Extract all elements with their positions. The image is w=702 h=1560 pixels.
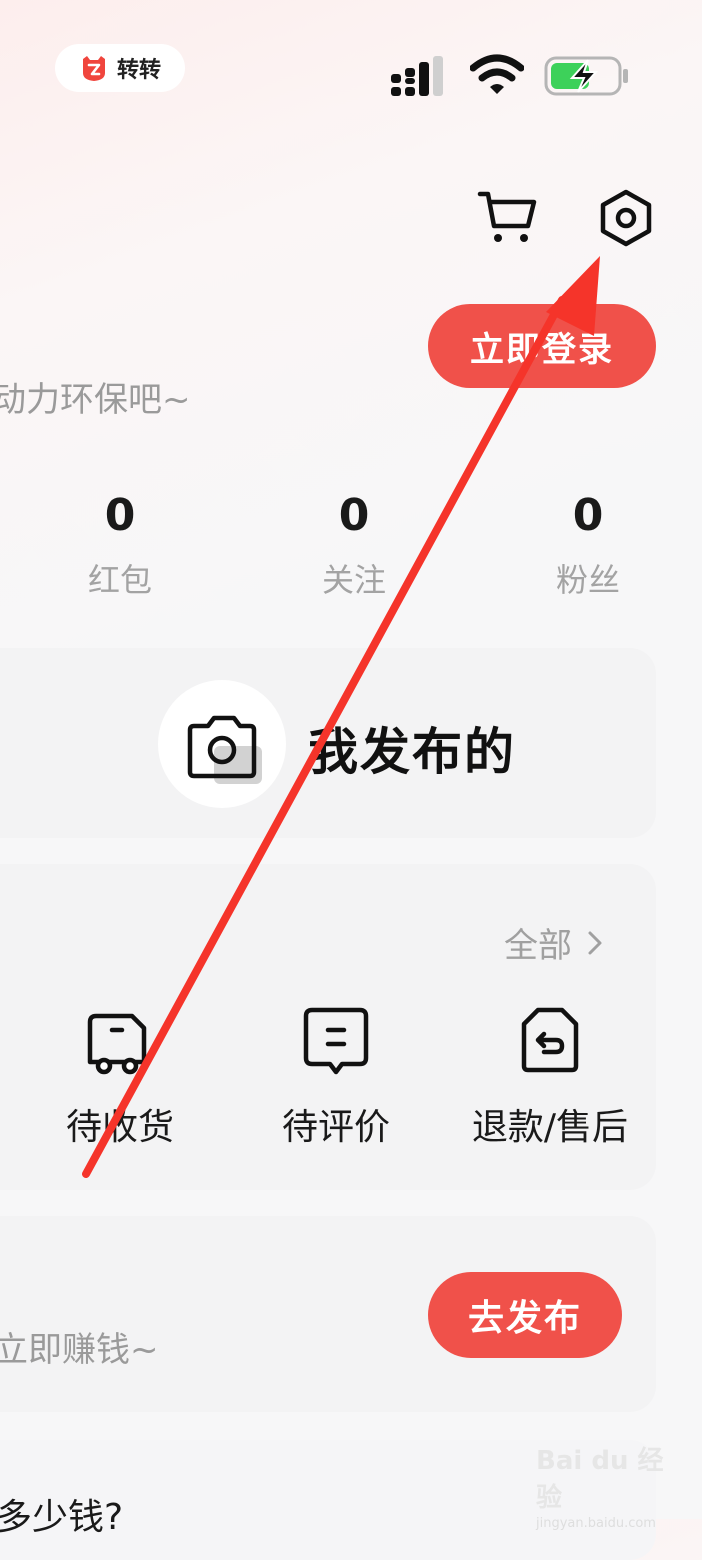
login-slogan: 动力环保吧~ [0, 380, 191, 420]
stat-followers[interactable]: 0 粉丝 [528, 490, 648, 601]
app-name: 转转 [116, 58, 161, 83]
watermark-url: jingyan.baidu.com [536, 1516, 656, 1531]
go-publish-button[interactable]: 去发布 [428, 1272, 622, 1358]
wifi-icon [470, 54, 524, 94]
battery-charging-icon [544, 56, 628, 96]
order-pending-receipt[interactable]: 待收货 [40, 1004, 200, 1150]
order-refund-aftersale[interactable]: 退款/售后 [470, 1004, 630, 1150]
cellular-signal-icon [391, 56, 443, 96]
stat-label: 红包 [87, 561, 152, 599]
stat-label: 粉丝 [555, 561, 620, 599]
camera-icon [187, 715, 262, 784]
order-label: 待收货 [65, 1107, 174, 1148]
chevron-right-icon [588, 931, 602, 954]
earn-text: 立即赚钱~ [0, 1330, 159, 1370]
comment-bubble-icon [303, 1007, 369, 1075]
delivery-truck-icon [87, 1013, 147, 1075]
settings-hexagon-icon[interactable] [596, 188, 656, 248]
shopping-cart-icon[interactable] [476, 186, 540, 250]
return-bag-icon [521, 1007, 579, 1073]
order-label: 退款/售后 [471, 1107, 629, 1148]
orders-all-link[interactable]: 全部 [504, 918, 604, 967]
login-button[interactable]: 立即登录 [428, 304, 656, 388]
baidu-jingyan-watermark: Bai du 经验 jingyan.baidu.com [536, 1440, 666, 1531]
order-label: 待评价 [281, 1107, 390, 1148]
stat-value: 0 [104, 490, 136, 541]
stat-following[interactable]: 0 关注 [294, 490, 414, 601]
app-badge: 转转 [55, 44, 185, 92]
all-link-label: 全部 [504, 926, 572, 966]
stat-value: 0 [572, 490, 604, 541]
watermark-logo: Bai du 经验 [536, 1446, 664, 1513]
bottom-card-text: 多少钱? [0, 1497, 124, 1538]
stat-label: 关注 [321, 561, 386, 599]
my-published-label: 我发布的 [308, 723, 516, 781]
stat-red-packet[interactable]: 0 红包 [60, 490, 180, 601]
order-pending-review[interactable]: 待评价 [256, 1004, 416, 1150]
zhuanzhuan-badge-icon [82, 56, 105, 81]
stat-value: 0 [338, 490, 370, 541]
